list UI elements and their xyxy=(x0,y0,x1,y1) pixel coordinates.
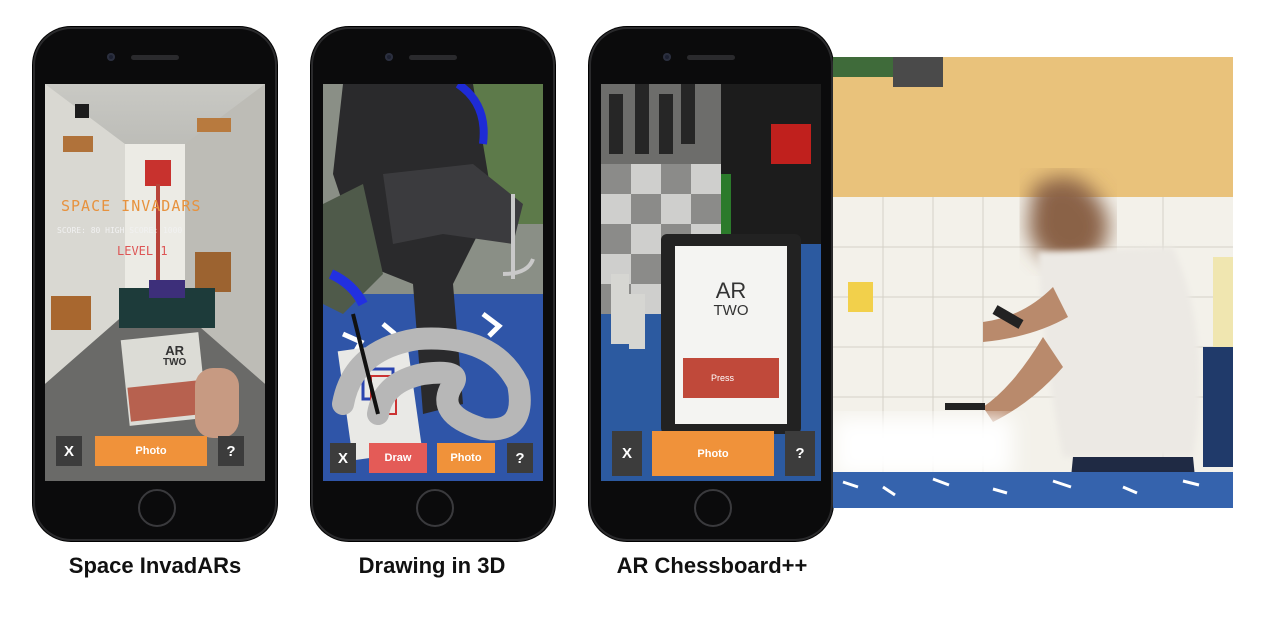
home-button xyxy=(416,489,454,527)
screen-drawing-3d: X Draw Photo ? xyxy=(323,84,543,481)
ar-drawing-scene xyxy=(323,84,543,481)
score-readout: SCORE: 80 HIGH SCORE: 1000 xyxy=(57,226,183,235)
photo-button[interactable]: Photo xyxy=(95,436,207,466)
level-readout: LEVEL 1 xyxy=(117,244,168,258)
caption-space-invaders: Space InvadARs xyxy=(68,553,242,578)
close-button[interactable]: X xyxy=(612,431,642,476)
marker-line2: TWO xyxy=(713,302,749,319)
close-button[interactable]: X xyxy=(56,436,82,466)
marker-card-label: AR TWO xyxy=(675,278,787,321)
help-button[interactable]: ? xyxy=(785,431,815,476)
marker-line2: TWO xyxy=(163,357,187,368)
speaker-grille xyxy=(409,55,457,60)
caption-drawing-3d: Drawing in 3D xyxy=(358,553,506,578)
home-button xyxy=(138,489,176,527)
front-camera xyxy=(107,53,115,61)
user-photo xyxy=(833,57,1233,508)
user-photo-image xyxy=(833,57,1233,508)
draw-button[interactable]: Draw xyxy=(369,443,427,473)
phone-ar-chessboard: AR TWO Press X Photo ? xyxy=(589,27,833,541)
screen-ar-chessboard: AR TWO Press X Photo ? xyxy=(601,84,821,481)
phone-drawing-3d: X Draw Photo ? xyxy=(311,27,555,541)
phone-space-invaders: SPACE INVADARS SCORE: 80 HIGH SCORE: 100… xyxy=(33,27,277,541)
marker-line1: AR xyxy=(715,278,747,303)
press-button[interactable]: Press xyxy=(683,358,779,398)
caption-ar-chessboard: AR Chessboard++ xyxy=(616,553,808,578)
marker-card-label: AR TWO xyxy=(163,343,187,369)
photo-button[interactable]: Photo xyxy=(437,443,495,473)
screen-space-invaders: SPACE INVADARS SCORE: 80 HIGH SCORE: 100… xyxy=(45,84,265,481)
help-button[interactable]: ? xyxy=(507,443,533,473)
speaker-grille xyxy=(687,55,735,60)
photo-button[interactable]: Photo xyxy=(652,431,774,476)
game-title: SPACE INVADARS xyxy=(61,197,202,215)
marker-line1: AR xyxy=(165,343,185,358)
front-camera xyxy=(663,53,671,61)
close-button[interactable]: X xyxy=(330,443,356,473)
front-camera xyxy=(385,53,393,61)
ar-corridor-scene xyxy=(45,84,265,481)
help-button[interactable]: ? xyxy=(218,436,244,466)
speaker-grille xyxy=(131,55,179,60)
home-button xyxy=(694,489,732,527)
marker-card: AR TWO Press xyxy=(673,244,789,426)
